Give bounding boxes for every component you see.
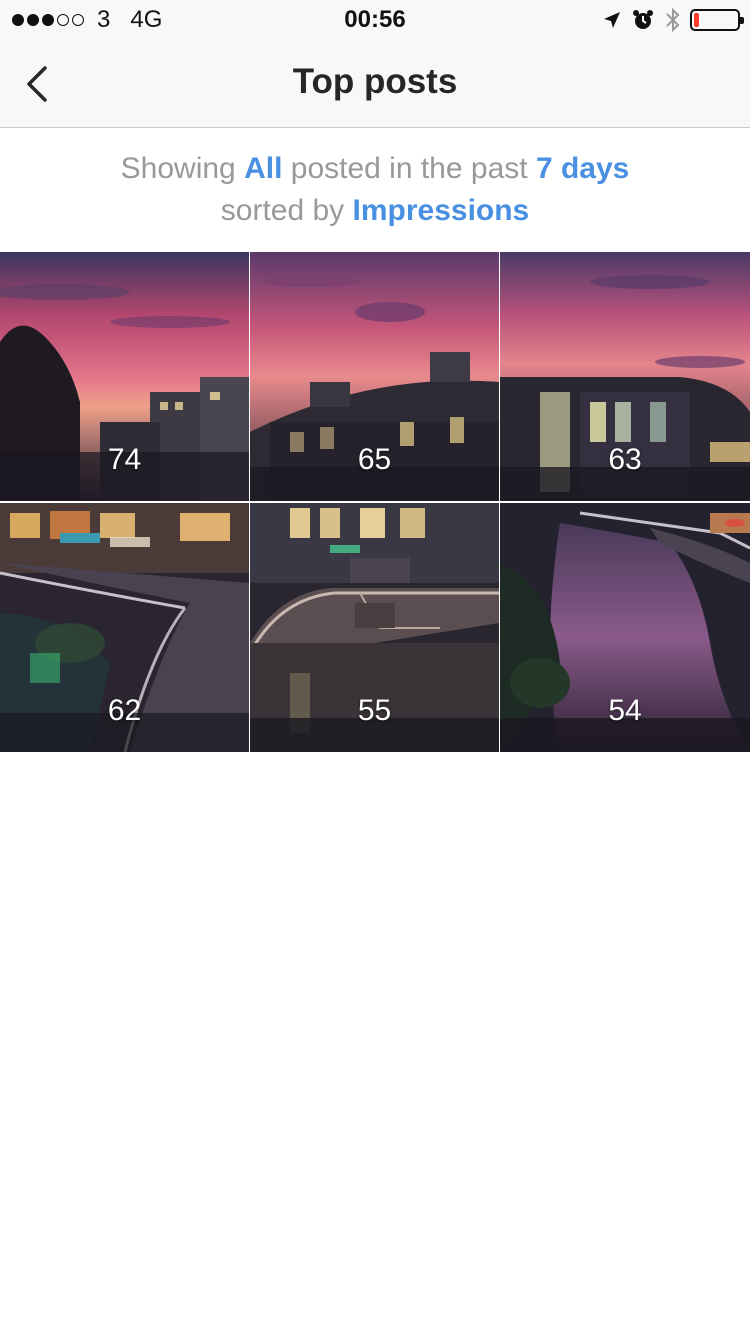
impressions-count: 55 [357,694,392,727]
post-thumbnail[interactable]: 62 [0,503,249,752]
time-period-link[interactable]: 7 days [536,152,629,185]
status-bar: 3 4G 00:56 [0,0,750,40]
impressions-count: 74 [107,443,142,476]
alarm-icon [632,9,654,31]
filter-summary: Showing All posted in the past 7 days so… [0,148,750,232]
filter-summary-line-1: Showing All posted in the past 7 days [0,148,750,190]
post-thumbnail[interactable]: 55 [250,503,499,752]
sort-metric-link[interactable]: Impressions [353,194,530,227]
page-title: Top posts [292,62,458,101]
post-thumbnail[interactable]: 65 [250,252,499,501]
post-thumbnail[interactable]: 63 [500,252,750,501]
posts-grid: 74 65 63 62 55 54 [0,252,750,752]
content-filter-link[interactable]: All [244,152,282,185]
location-arrow-icon [602,10,622,30]
impressions-count: 62 [107,694,142,727]
status-right [592,6,744,34]
filter-summary-line-2: sorted by Impressions [0,190,750,232]
impressions-count: 65 [357,443,392,476]
sort-prefix: sorted by [220,194,353,227]
nav-bar: Top posts [0,40,750,128]
bluetooth-icon [664,7,682,33]
summary-prefix: Showing [120,152,245,185]
impressions-count: 63 [608,443,642,476]
impressions-count: 54 [608,694,642,727]
battery-icon [690,9,744,31]
summary-middle: posted in the past [282,152,536,185]
battery-level [694,13,699,27]
post-thumbnail[interactable]: 74 [0,252,249,501]
post-thumbnail[interactable]: 54 [500,503,750,752]
